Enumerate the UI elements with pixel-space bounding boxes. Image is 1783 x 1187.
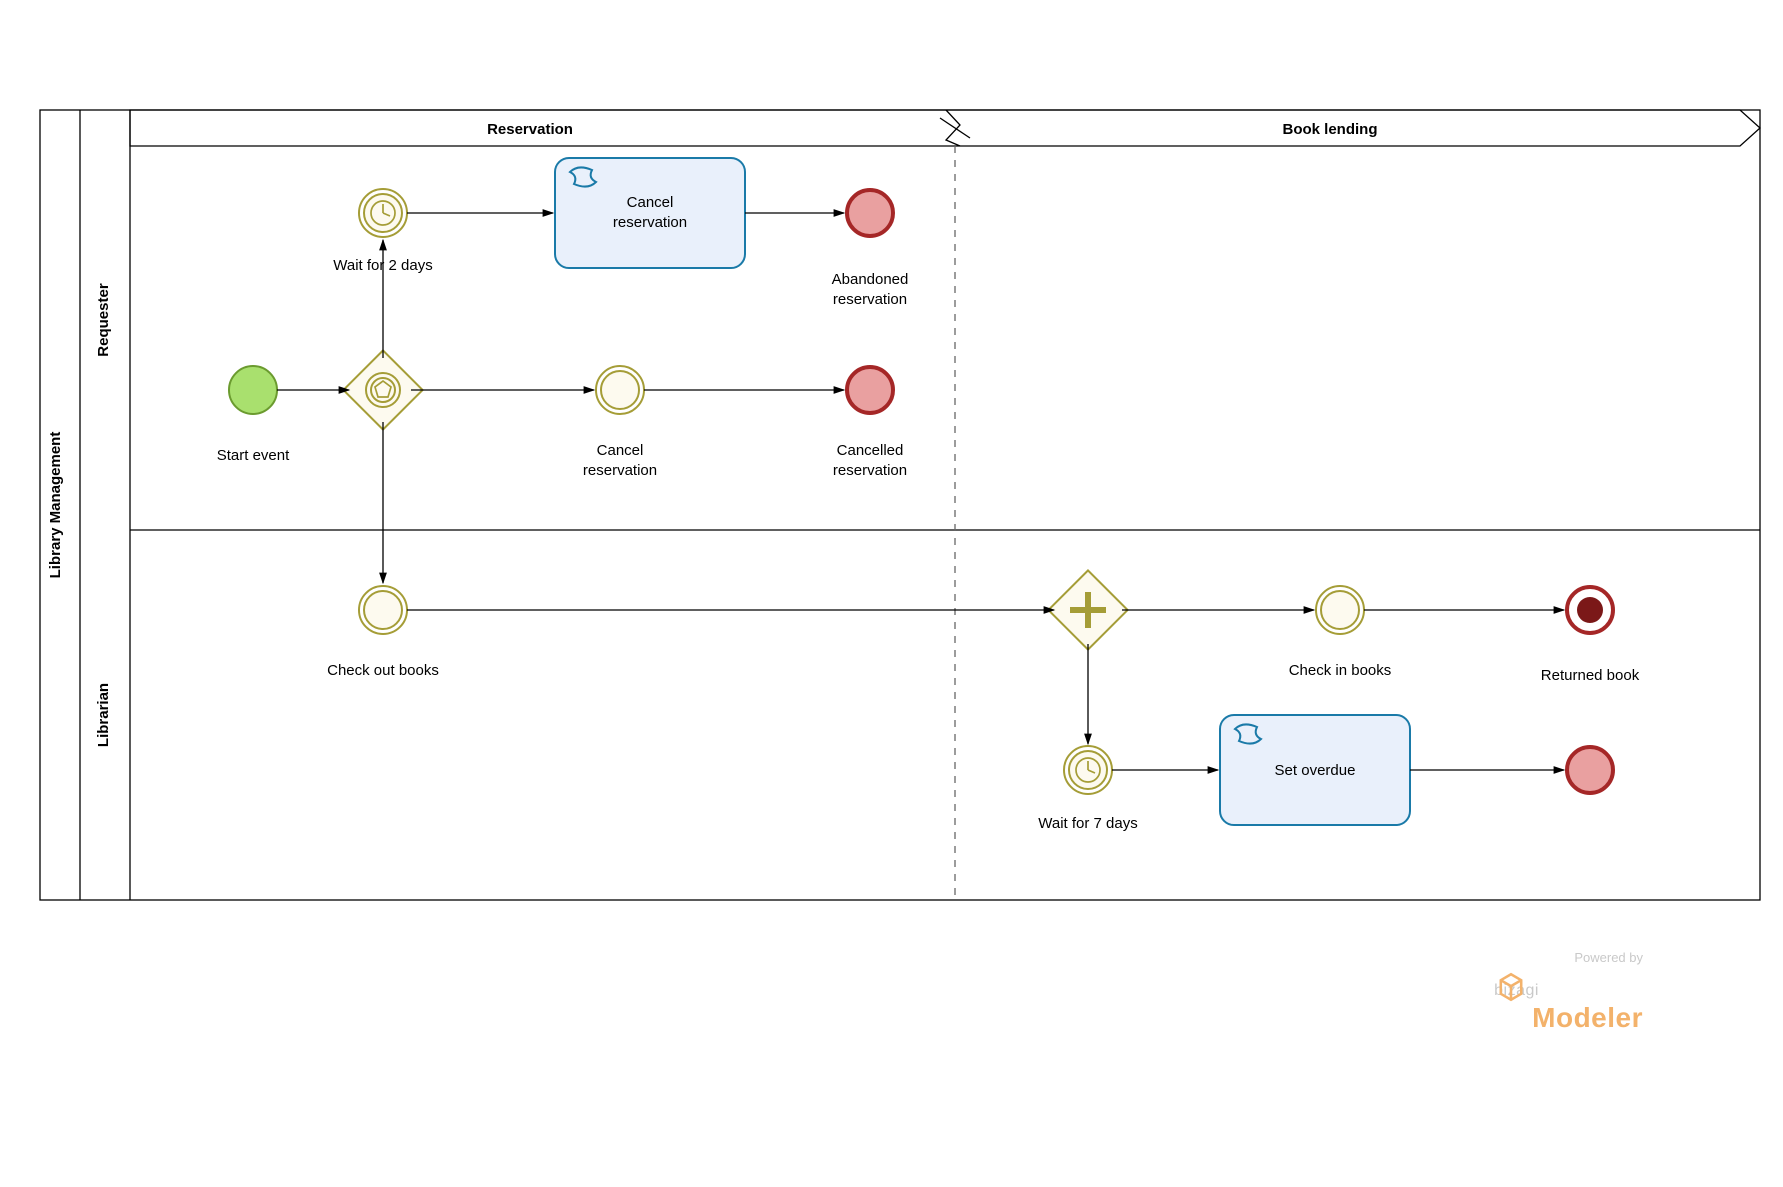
- start-event-label: Start event: [217, 447, 290, 464]
- end-returned-label: Returned book: [1541, 667, 1640, 684]
- end-abandoned[interactable]: [847, 190, 893, 236]
- event-cancel-l1: Cancel: [597, 442, 644, 459]
- pool-rect: [40, 110, 1760, 900]
- event-cancel-reservation[interactable]: [596, 366, 644, 414]
- pool-title: Library Management: [47, 432, 64, 579]
- phase-header: [130, 110, 1760, 146]
- timer-7days[interactable]: [1064, 746, 1112, 794]
- end-abandoned-l1: Abandoned: [832, 271, 909, 288]
- event-checkin-label: Check in books: [1289, 662, 1392, 679]
- footer-logo: bizagi Modeler: [1494, 970, 1643, 1034]
- bpmn-diagram: Library Management Requester Librarian R…: [0, 0, 1783, 1187]
- end-abandoned-l2: reservation: [833, 291, 907, 308]
- task-set-overdue-label: Set overdue: [1275, 762, 1356, 779]
- task-cancel-reservation-label-l1: Cancel: [627, 194, 674, 211]
- parallel-gateway[interactable]: [1048, 570, 1127, 649]
- end-overdue[interactable]: [1567, 747, 1613, 793]
- task-cancel-reservation[interactable]: [555, 158, 745, 268]
- end-cancelled-l1: Cancelled: [837, 442, 904, 459]
- event-checkin[interactable]: [1316, 586, 1364, 634]
- start-event[interactable]: [229, 366, 277, 414]
- end-cancelled[interactable]: [847, 367, 893, 413]
- phase-reservation: Reservation: [487, 121, 573, 138]
- event-gateway[interactable]: [343, 350, 422, 429]
- event-checkout-label: Check out books: [327, 662, 439, 679]
- phase-lending: Book lending: [1283, 121, 1378, 138]
- timer-2days[interactable]: [359, 189, 407, 237]
- footer-product: Modeler: [1532, 1002, 1643, 1033]
- logo-icon: [1494, 970, 1528, 1004]
- end-returned[interactable]: [1567, 587, 1613, 633]
- footer-powered: Powered by: [1574, 950, 1643, 965]
- task-cancel-reservation-label-l2: reservation: [613, 214, 687, 231]
- event-checkout[interactable]: [359, 586, 407, 634]
- lane-requester-title: Requester: [95, 283, 112, 357]
- timer-7days-label: Wait for 7 days: [1038, 815, 1137, 832]
- event-cancel-l2: reservation: [583, 462, 657, 479]
- end-cancelled-l2: reservation: [833, 462, 907, 479]
- lane-librarian-title: Librarian: [95, 683, 112, 747]
